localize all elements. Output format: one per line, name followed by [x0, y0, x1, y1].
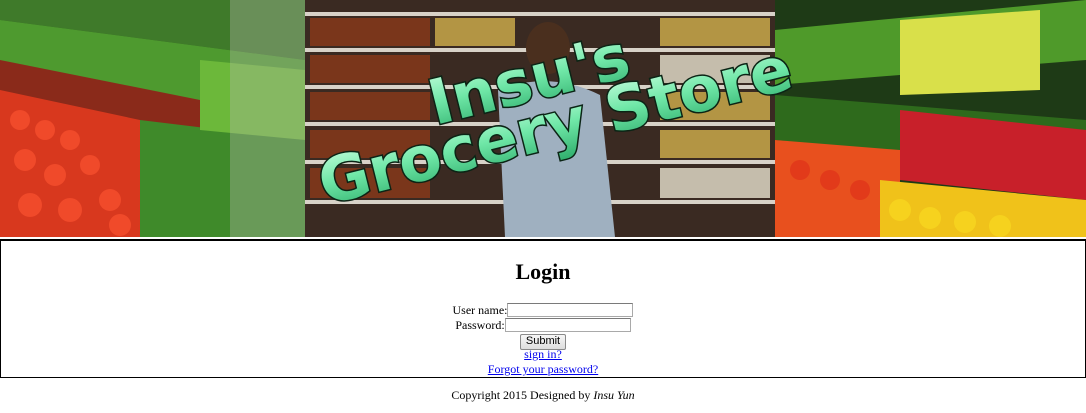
password-label: Password:: [455, 318, 505, 333]
designer-name: Insu Yun: [593, 388, 635, 402]
produce-left-image: [0, 0, 305, 237]
forgot-row: Forgot your password?: [1, 362, 1085, 376]
copyright-text: Copyright 2015 Designed by: [451, 388, 594, 402]
signin-row: sign in?: [1, 347, 1085, 361]
footer: Copyright 2015 Designed by Insu Yun: [0, 388, 1086, 403]
password-row: Password:: [1, 317, 1085, 333]
forgot-password-link[interactable]: Forgot your password?: [488, 362, 598, 376]
login-panel: Login User name: Password: Submit sign i…: [0, 239, 1086, 378]
page: Insu's Grocery Store Login User name: Pa…: [0, 0, 1086, 413]
username-label: User name:: [452, 303, 508, 318]
login-title: Login: [515, 259, 571, 284]
banner-image: Insu's Grocery Store: [0, 0, 1086, 237]
store-banner: Insu's Grocery Store: [0, 0, 1086, 237]
sign-in-link[interactable]: sign in?: [524, 347, 562, 361]
username-input[interactable]: [507, 303, 634, 318]
peppers-right-image: [775, 0, 1086, 237]
username-row: User name:: [1, 302, 1085, 318]
password-input[interactable]: [504, 318, 631, 333]
